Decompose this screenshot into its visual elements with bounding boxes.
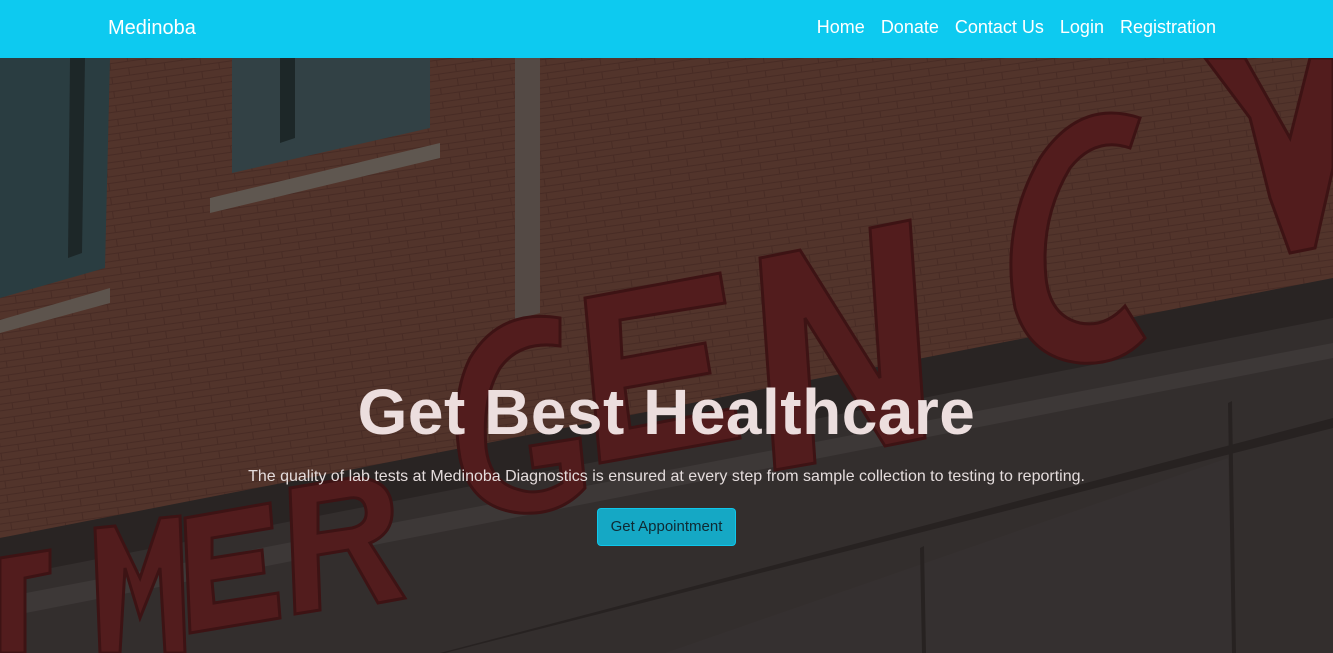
hero-section: Get Best Healthcare The quality of lab t… bbox=[0, 58, 1333, 653]
hero-subtitle: The quality of lab tests at Medinoba Dia… bbox=[248, 468, 1085, 485]
nav-link-donate[interactable]: Donate bbox=[881, 14, 939, 40]
hero-title: Get Best Healthcare bbox=[357, 376, 976, 448]
nav-link-contact-us[interactable]: Contact Us bbox=[955, 14, 1044, 40]
nav-link-login[interactable]: Login bbox=[1060, 14, 1104, 40]
hero-background-image bbox=[0, 58, 1333, 653]
get-appointment-button[interactable]: Get Appointment bbox=[596, 508, 737, 546]
nav-link-home[interactable]: Home bbox=[817, 14, 865, 40]
hero-content: Get Best Healthcare The quality of lab t… bbox=[0, 376, 1333, 546]
nav-link-registration[interactable]: Registration bbox=[1120, 14, 1216, 40]
top-navbar: Medinoba Home Donate Contact Us Login Re… bbox=[0, 0, 1333, 58]
brand-logo[interactable]: Medinoba bbox=[108, 16, 196, 40]
nav-links: Home Donate Contact Us Login Registratio… bbox=[817, 14, 1216, 40]
